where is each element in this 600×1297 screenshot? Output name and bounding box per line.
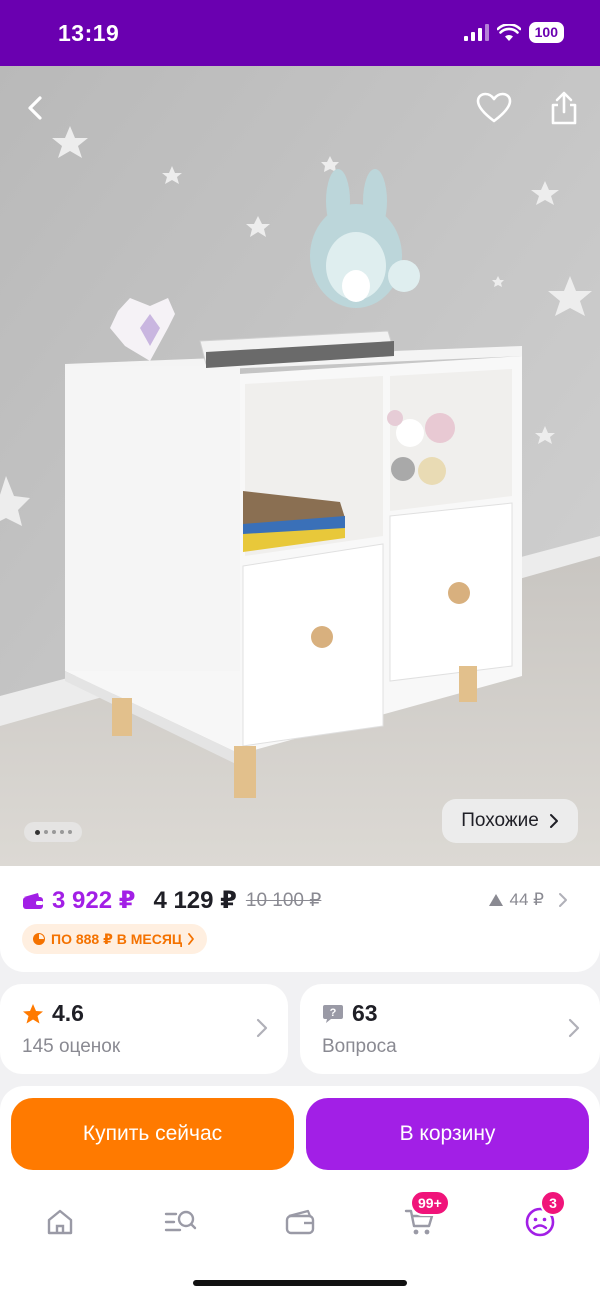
rating-value: 4.6 bbox=[52, 1000, 84, 1026]
triangle-up-icon bbox=[488, 894, 503, 906]
similar-label: Похожие bbox=[461, 810, 539, 831]
questions-summary: ? 63 bbox=[322, 1000, 378, 1027]
gallery-dot bbox=[67, 830, 72, 834]
question-bubble-icon: ? bbox=[323, 1004, 343, 1023]
price-change[interactable]: 44 ₽ bbox=[488, 890, 568, 910]
add-to-cart-button[interactable]: В корзину bbox=[306, 1098, 589, 1170]
old-price: 10 100 ₽ bbox=[245, 890, 322, 911]
back-button[interactable] bbox=[14, 86, 58, 130]
tab-bar: 99+ 3 bbox=[0, 1190, 600, 1252]
gallery-dot bbox=[51, 830, 56, 834]
price-row: 3 922 ₽ 4 129 ₽ 10 100 ₽ bbox=[22, 886, 321, 915]
product-photo bbox=[0, 66, 600, 866]
installment-badge[interactable]: ПО 888 ₽ В МЕСЯЦ bbox=[22, 924, 208, 954]
current-price: 4 129 ₽ bbox=[153, 887, 237, 914]
wallet-price: 3 922 ₽ bbox=[52, 887, 136, 914]
chevron-right-icon bbox=[256, 1018, 268, 1038]
chevron-right-icon bbox=[549, 814, 558, 828]
share-button[interactable] bbox=[542, 86, 586, 130]
gallery-pagination bbox=[24, 822, 82, 842]
rating-count: 145 оценок bbox=[22, 1036, 121, 1057]
installment-label: ПО 888 ₽ В МЕСЯЦ bbox=[51, 930, 183, 947]
product-image-gallery[interactable]: Похожие bbox=[0, 66, 600, 866]
wifi-icon bbox=[496, 23, 521, 41]
battery-indicator: 100 bbox=[528, 22, 564, 43]
status-bar: 13:19 100 bbox=[0, 0, 600, 66]
home-indicator bbox=[193, 1280, 407, 1286]
rating-summary: 4.6 bbox=[22, 1000, 84, 1027]
chevron-left-icon bbox=[28, 96, 42, 120]
chevron-right-icon bbox=[559, 893, 567, 907]
pie-chart-icon bbox=[33, 933, 45, 945]
price-card: 3 922 ₽ 4 129 ₽ 10 100 ₽ 44 ₽ ПО 888 ₽ В… bbox=[0, 866, 600, 972]
home-icon bbox=[47, 1209, 73, 1235]
price-change-value: 44 ₽ bbox=[509, 890, 544, 909]
gallery-dot bbox=[43, 830, 48, 834]
chevron-right-icon bbox=[568, 1018, 580, 1038]
chevron-right-icon bbox=[188, 933, 195, 945]
star-icon bbox=[23, 1003, 43, 1023]
wallet-icon bbox=[285, 1209, 315, 1235]
tab-wallet[interactable] bbox=[270, 1192, 330, 1252]
profile-badge: 3 bbox=[540, 1190, 566, 1216]
cellular-signal-icon bbox=[463, 23, 489, 41]
wallet-price-icon bbox=[23, 892, 43, 909]
cart-badge: 99+ bbox=[410, 1190, 450, 1216]
tab-profile[interactable]: 3 bbox=[510, 1190, 570, 1252]
tab-cart[interactable]: 99+ bbox=[390, 1190, 450, 1252]
status-time: 13:19 bbox=[58, 20, 120, 46]
catalog-search-icon bbox=[164, 1210, 197, 1232]
bottom-panel: Купить сейчас В корзину 99+ 3 bbox=[0, 1086, 600, 1297]
tab-catalog[interactable] bbox=[150, 1192, 210, 1252]
rating-card[interactable]: 4.6 145 оценок bbox=[0, 984, 288, 1074]
tab-home[interactable] bbox=[30, 1192, 90, 1252]
status-icons: 100 bbox=[463, 22, 564, 43]
svg-text:?: ? bbox=[330, 1007, 337, 1019]
similar-products-button[interactable]: Похожие bbox=[442, 799, 578, 843]
share-icon bbox=[551, 91, 577, 125]
gallery-dot bbox=[59, 830, 64, 834]
buy-now-button[interactable]: Купить сейчас bbox=[11, 1098, 294, 1170]
questions-count: 63 bbox=[352, 1000, 378, 1026]
questions-label: Вопроса bbox=[322, 1036, 397, 1057]
heart-icon bbox=[476, 92, 512, 123]
gallery-dot-active bbox=[34, 829, 40, 835]
favorite-button[interactable] bbox=[472, 86, 516, 130]
questions-card[interactable]: ? 63 Вопроса bbox=[300, 984, 600, 1074]
